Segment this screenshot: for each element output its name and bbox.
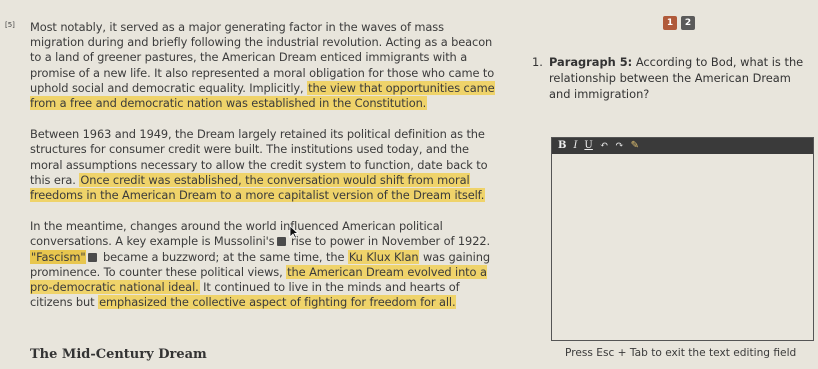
highlight-2[interactable]: Once credit was established, the convers… xyxy=(30,172,486,203)
underline-button[interactable]: U xyxy=(584,138,592,154)
answer-textarea[interactable] xyxy=(552,154,813,340)
redo-icon[interactable]: ↷ xyxy=(615,138,623,154)
page-nav: 1 2 xyxy=(663,16,695,30)
highlight-kkk[interactable]: Ku Klux Klan xyxy=(347,249,420,264)
mouse-cursor-icon xyxy=(289,225,299,239)
question-label: Paragraph 5: xyxy=(549,55,633,69)
pen-icon[interactable]: ✎ xyxy=(631,138,639,154)
page-1-button[interactable]: 1 xyxy=(663,16,677,30)
editor-toolbar: B I U ↶ ↷ ✎ xyxy=(552,138,813,154)
question-body: Paragraph 5: According to Bod, what is t… xyxy=(532,54,812,102)
section-heading: The Mid-Century Dream xyxy=(30,347,207,362)
question-number: 1. xyxy=(532,55,543,69)
italic-button[interactable]: I xyxy=(573,138,577,154)
paragraph-1: Most notably, it served as a major gener… xyxy=(30,20,497,111)
undo-icon[interactable]: ↶ xyxy=(600,138,608,154)
paragraph-2: Between 1963 and 1949, the Dream largely… xyxy=(30,127,497,203)
note-icon[interactable] xyxy=(276,237,286,247)
editor-hint: Press Esc + Tab to exit the text editing… xyxy=(565,347,797,359)
bold-button[interactable]: B xyxy=(558,138,566,154)
paragraph-3-text-b: rise to power in November of 1922. xyxy=(287,234,491,249)
paragraph-3-text-c: became a buzzword; at the same time, the xyxy=(99,249,348,264)
note-icon[interactable] xyxy=(88,252,98,262)
question-pane: 1 2 1. Paragraph 5: According to Bod, wh… xyxy=(515,0,818,369)
question-1: 1. Paragraph 5: According to Bod, what i… xyxy=(532,54,812,102)
paragraph-3: In the meantime, changes around the worl… xyxy=(30,219,497,310)
paragraph-marker: [5] xyxy=(5,21,15,29)
passage-pane: [5] Most notably, it served as a major g… xyxy=(0,0,515,369)
highlight-fascism[interactable]: "Fascism" xyxy=(30,249,87,264)
page-2-button[interactable]: 2 xyxy=(681,16,695,30)
highlight-collective[interactable]: emphasized the collective aspect of figh… xyxy=(98,295,457,310)
answer-editor: B I U ↶ ↷ ✎ xyxy=(551,137,814,341)
